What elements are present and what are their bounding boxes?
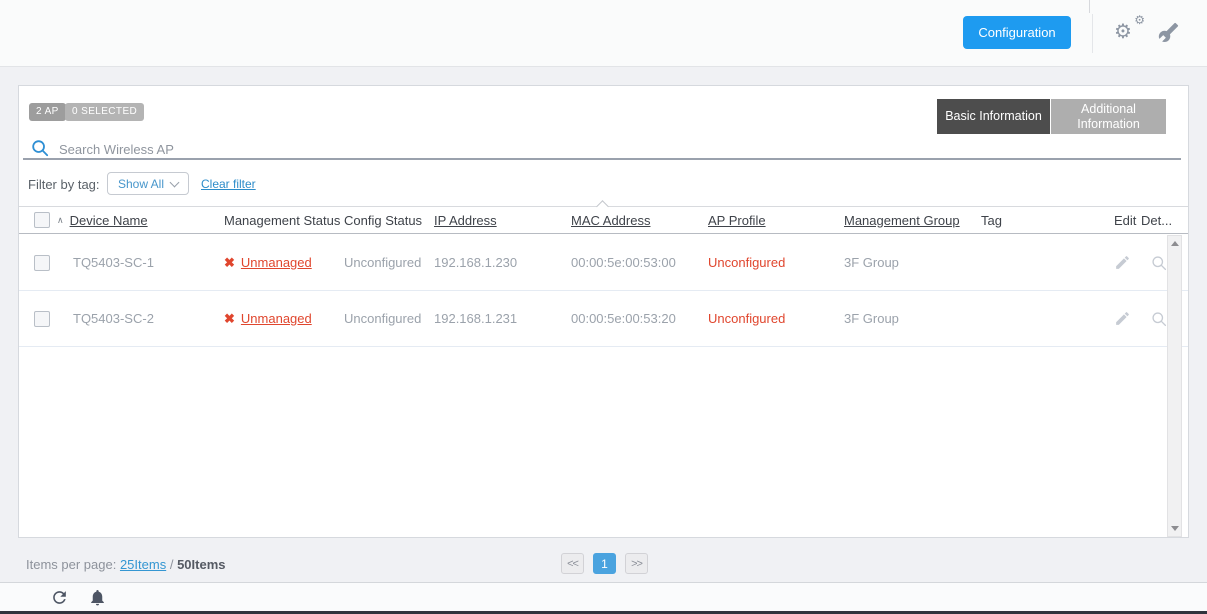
management-group: 3F Group [844, 255, 981, 270]
column-header-details: Det... [1141, 213, 1169, 228]
column-header-device-name[interactable]: ∧ Device Name [57, 213, 224, 228]
current-page-button[interactable]: 1 [593, 553, 616, 574]
column-header-mac-address[interactable]: MAC Address [571, 213, 708, 228]
topbar: Configuration ⚙⚙ [0, 0, 1207, 67]
table-scrollbar[interactable] [1167, 235, 1182, 537]
details-magnifier-icon[interactable] [1151, 311, 1167, 327]
unmanaged-x-icon: ✖ [224, 311, 235, 327]
chevron-down-icon [170, 177, 180, 187]
filter-by-tag-label: Filter by tag: [28, 177, 100, 192]
scrollbar-down-arrow-icon[interactable] [1171, 526, 1179, 531]
items-per-page-link[interactable]: 25Items [120, 557, 166, 572]
tag-filter-value: Show All [118, 177, 164, 191]
footer-bar [0, 582, 1207, 611]
table-row: TQ5403-SC-2 ✖ Unmanaged Unconfigured 192… [19, 291, 1188, 347]
ip-address: 192.168.1.231 [434, 311, 571, 326]
column-header-config-status: Config Status [344, 213, 434, 228]
tools-wrench-icon[interactable] [1158, 22, 1179, 43]
header-notch [596, 200, 609, 213]
ap-count-badge: 2 AP [29, 103, 66, 121]
config-status: Unconfigured [344, 311, 434, 326]
table-row: TQ5403-SC-1 ✖ Unmanaged Unconfigured 192… [19, 235, 1188, 291]
first-page-button[interactable]: << [561, 553, 584, 574]
edit-pencil-icon[interactable] [1114, 310, 1131, 327]
tab-basic-information[interactable]: Basic Information [937, 99, 1050, 134]
search-underline [23, 158, 1181, 160]
search-icon [31, 139, 49, 157]
config-status: Unconfigured [344, 255, 434, 270]
column-header-management-status: Management Status [224, 213, 344, 228]
ap-profile: Unconfigured [708, 311, 844, 326]
device-name: TQ5403-SC-2 [73, 311, 154, 326]
items-per-page: Items per page: 25Items / 50Items [26, 557, 226, 572]
topbar-divider [1092, 14, 1093, 53]
sort-asc-icon: ∧ [57, 215, 64, 226]
column-header-edit: Edit [1114, 213, 1141, 228]
pager: << 1 >> [561, 553, 648, 574]
notification-bell-icon[interactable] [88, 588, 107, 607]
wireless-ap-panel: 2 AP 0 SELECTED Basic Information Additi… [18, 85, 1189, 538]
device-name: TQ5403-SC-1 [73, 255, 154, 270]
ap-profile: Unconfigured [708, 255, 844, 270]
total-items-label: 50Items [177, 557, 225, 572]
unmanaged-x-icon: ✖ [224, 255, 235, 271]
select-all-checkbox[interactable] [34, 212, 50, 228]
table-header: ∧ Device Name Management Status Config S… [19, 206, 1188, 234]
management-group: 3F Group [844, 311, 981, 326]
edit-pencil-icon[interactable] [1114, 254, 1131, 271]
items-separator: / [170, 557, 174, 572]
column-header-management-group[interactable]: Management Group [844, 213, 981, 228]
refresh-icon[interactable] [50, 588, 69, 607]
column-header-ip-address[interactable]: IP Address [434, 213, 571, 228]
management-status-link[interactable]: Unmanaged [241, 255, 312, 270]
row-checkbox[interactable] [34, 311, 50, 327]
scrollbar-up-arrow-icon[interactable] [1171, 241, 1179, 246]
row-checkbox[interactable] [34, 255, 50, 271]
mac-address: 00:00:5e:00:53:00 [571, 255, 708, 270]
tag-filter-dropdown[interactable]: Show All [107, 172, 189, 195]
items-per-page-label: Items per page: [26, 557, 116, 572]
clear-filter-link[interactable]: Clear filter [201, 177, 256, 191]
selected-count-badge: 0 SELECTED [65, 103, 144, 121]
small-gear-icon: ⚙ [1134, 14, 1145, 26]
column-header-ap-profile[interactable]: AP Profile [708, 213, 844, 228]
table-body: TQ5403-SC-1 ✖ Unmanaged Unconfigured 192… [19, 235, 1188, 537]
configuration-button[interactable]: Configuration [963, 16, 1071, 49]
topbar-divider-top [1089, 0, 1090, 13]
column-header-tag: Tag [981, 213, 1114, 228]
settings-gears-icon[interactable]: ⚙⚙ [1114, 19, 1144, 47]
tab-additional-information[interactable]: Additional Information [1051, 99, 1166, 134]
ip-address: 192.168.1.230 [434, 255, 571, 270]
details-magnifier-icon[interactable] [1151, 255, 1167, 271]
last-page-button[interactable]: >> [625, 553, 648, 574]
mac-address: 00:00:5e:00:53:20 [571, 311, 708, 326]
management-status-link[interactable]: Unmanaged [241, 311, 312, 326]
